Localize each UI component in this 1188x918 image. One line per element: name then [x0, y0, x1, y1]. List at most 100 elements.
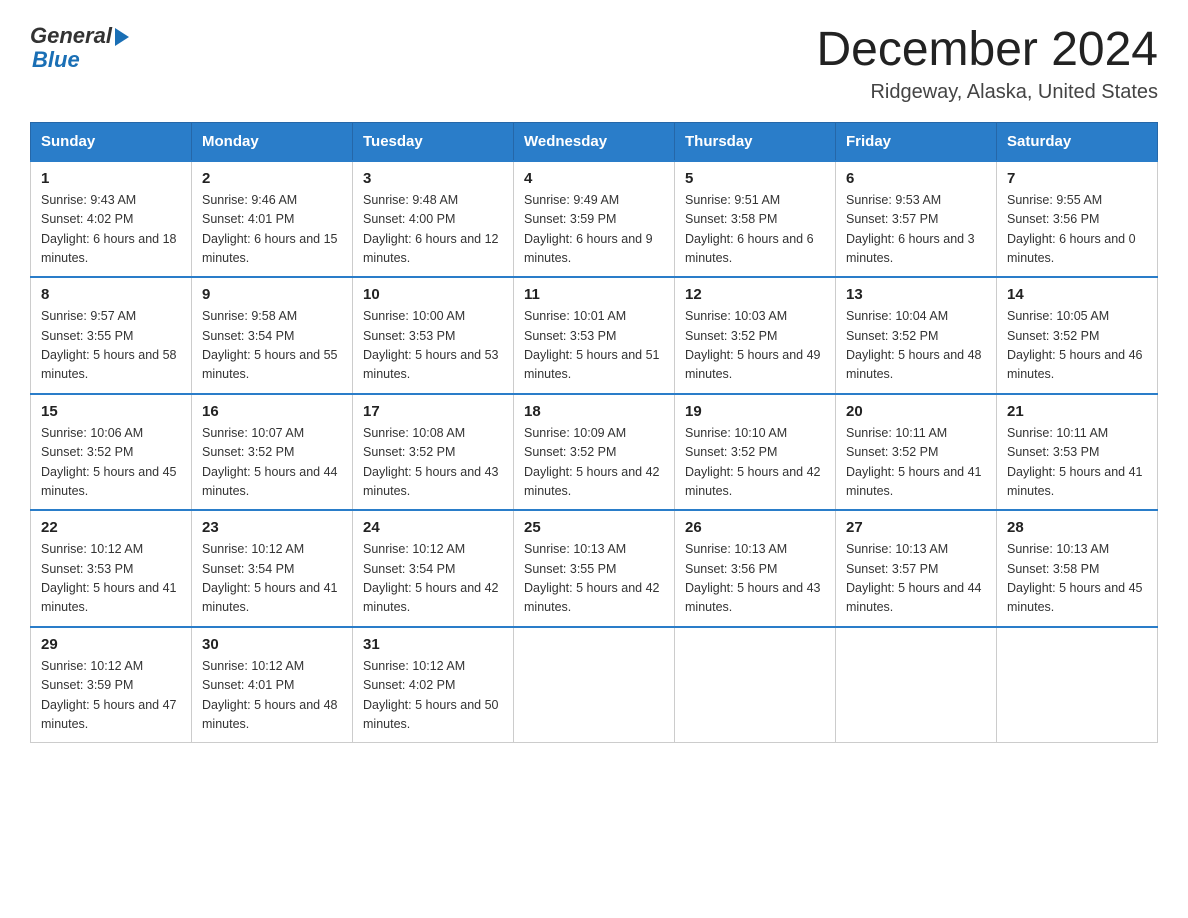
day-info: Sunrise: 10:05 AMSunset: 3:52 PMDaylight… — [1007, 309, 1143, 381]
table-row: 9 Sunrise: 9:58 AMSunset: 3:54 PMDayligh… — [192, 277, 353, 394]
col-sunday: Sunday — [31, 122, 192, 161]
day-info: Sunrise: 9:57 AMSunset: 3:55 PMDaylight:… — [41, 309, 177, 381]
day-number: 18 — [524, 403, 664, 420]
col-friday: Friday — [836, 122, 997, 161]
day-info: Sunrise: 10:11 AMSunset: 3:52 PMDaylight… — [846, 426, 982, 498]
day-info: Sunrise: 10:11 AMSunset: 3:53 PMDaylight… — [1007, 426, 1143, 498]
day-number: 28 — [1007, 519, 1147, 536]
table-row: 5 Sunrise: 9:51 AMSunset: 3:58 PMDayligh… — [675, 161, 836, 278]
day-number: 19 — [685, 403, 825, 420]
day-info: Sunrise: 9:55 AMSunset: 3:56 PMDaylight:… — [1007, 193, 1136, 265]
day-info: Sunrise: 10:01 AMSunset: 3:53 PMDaylight… — [524, 309, 660, 381]
table-row: 10 Sunrise: 10:00 AMSunset: 3:53 PMDayli… — [353, 277, 514, 394]
day-info: Sunrise: 10:09 AMSunset: 3:52 PMDaylight… — [524, 426, 660, 498]
table-row: 23 Sunrise: 10:12 AMSunset: 3:54 PMDayli… — [192, 510, 353, 627]
day-number: 15 — [41, 403, 181, 420]
day-info: Sunrise: 10:13 AMSunset: 3:57 PMDaylight… — [846, 542, 982, 614]
table-row — [675, 627, 836, 743]
table-row: 18 Sunrise: 10:09 AMSunset: 3:52 PMDayli… — [514, 394, 675, 511]
day-info: Sunrise: 10:13 AMSunset: 3:55 PMDaylight… — [524, 542, 660, 614]
page-subtitle: Ridgeway, Alaska, United States — [816, 81, 1158, 104]
table-row: 3 Sunrise: 9:48 AMSunset: 4:00 PMDayligh… — [353, 161, 514, 278]
table-row: 24 Sunrise: 10:12 AMSunset: 3:54 PMDayli… — [353, 510, 514, 627]
calendar-table: Sunday Monday Tuesday Wednesday Thursday… — [30, 122, 1158, 744]
day-number: 14 — [1007, 286, 1147, 303]
table-row: 11 Sunrise: 10:01 AMSunset: 3:53 PMDayli… — [514, 277, 675, 394]
col-tuesday: Tuesday — [353, 122, 514, 161]
day-number: 3 — [363, 170, 503, 187]
day-number: 26 — [685, 519, 825, 536]
day-number: 25 — [524, 519, 664, 536]
table-row: 22 Sunrise: 10:12 AMSunset: 3:53 PMDayli… — [31, 510, 192, 627]
table-row: 29 Sunrise: 10:12 AMSunset: 3:59 PMDayli… — [31, 627, 192, 743]
day-number: 7 — [1007, 170, 1147, 187]
day-number: 17 — [363, 403, 503, 420]
week-row-4: 22 Sunrise: 10:12 AMSunset: 3:53 PMDayli… — [31, 510, 1158, 627]
day-info: Sunrise: 10:12 AMSunset: 3:59 PMDaylight… — [41, 659, 177, 731]
logo: General Blue — [30, 24, 129, 72]
day-info: Sunrise: 10:13 AMSunset: 3:58 PMDaylight… — [1007, 542, 1143, 614]
day-info: Sunrise: 10:12 AMSunset: 4:02 PMDaylight… — [363, 659, 499, 731]
day-number: 4 — [524, 170, 664, 187]
page-title: December 2024 — [816, 24, 1158, 77]
day-number: 20 — [846, 403, 986, 420]
table-row: 17 Sunrise: 10:08 AMSunset: 3:52 PMDayli… — [353, 394, 514, 511]
table-row: 14 Sunrise: 10:05 AMSunset: 3:52 PMDayli… — [997, 277, 1158, 394]
day-info: Sunrise: 10:13 AMSunset: 3:56 PMDaylight… — [685, 542, 821, 614]
table-row: 20 Sunrise: 10:11 AMSunset: 3:52 PMDayli… — [836, 394, 997, 511]
logo-arrow-icon — [115, 28, 129, 46]
day-info: Sunrise: 10:10 AMSunset: 3:52 PMDaylight… — [685, 426, 821, 498]
day-number: 23 — [202, 519, 342, 536]
col-monday: Monday — [192, 122, 353, 161]
table-row: 4 Sunrise: 9:49 AMSunset: 3:59 PMDayligh… — [514, 161, 675, 278]
day-number: 9 — [202, 286, 342, 303]
day-number: 24 — [363, 519, 503, 536]
day-info: Sunrise: 9:53 AMSunset: 3:57 PMDaylight:… — [846, 193, 975, 265]
table-row: 30 Sunrise: 10:12 AMSunset: 4:01 PMDayli… — [192, 627, 353, 743]
table-row: 28 Sunrise: 10:13 AMSunset: 3:58 PMDayli… — [997, 510, 1158, 627]
day-info: Sunrise: 9:48 AMSunset: 4:00 PMDaylight:… — [363, 193, 499, 265]
day-number: 29 — [41, 636, 181, 653]
table-row: 19 Sunrise: 10:10 AMSunset: 3:52 PMDayli… — [675, 394, 836, 511]
table-row: 1 Sunrise: 9:43 AMSunset: 4:02 PMDayligh… — [31, 161, 192, 278]
col-thursday: Thursday — [675, 122, 836, 161]
day-number: 22 — [41, 519, 181, 536]
week-row-5: 29 Sunrise: 10:12 AMSunset: 3:59 PMDayli… — [31, 627, 1158, 743]
day-info: Sunrise: 10:04 AMSunset: 3:52 PMDaylight… — [846, 309, 982, 381]
week-row-2: 8 Sunrise: 9:57 AMSunset: 3:55 PMDayligh… — [31, 277, 1158, 394]
day-info: Sunrise: 10:12 AMSunset: 4:01 PMDaylight… — [202, 659, 338, 731]
table-row: 12 Sunrise: 10:03 AMSunset: 3:52 PMDayli… — [675, 277, 836, 394]
header: General Blue December 2024 Ridgeway, Ala… — [30, 24, 1158, 104]
table-row — [514, 627, 675, 743]
week-row-1: 1 Sunrise: 9:43 AMSunset: 4:02 PMDayligh… — [31, 161, 1158, 278]
day-info: Sunrise: 9:43 AMSunset: 4:02 PMDaylight:… — [41, 193, 177, 265]
day-info: Sunrise: 10:12 AMSunset: 3:53 PMDaylight… — [41, 542, 177, 614]
table-row: 15 Sunrise: 10:06 AMSunset: 3:52 PMDayli… — [31, 394, 192, 511]
table-row: 7 Sunrise: 9:55 AMSunset: 3:56 PMDayligh… — [997, 161, 1158, 278]
day-info: Sunrise: 9:49 AMSunset: 3:59 PMDaylight:… — [524, 193, 653, 265]
day-number: 16 — [202, 403, 342, 420]
table-row: 21 Sunrise: 10:11 AMSunset: 3:53 PMDayli… — [997, 394, 1158, 511]
day-info: Sunrise: 9:51 AMSunset: 3:58 PMDaylight:… — [685, 193, 814, 265]
table-row: 2 Sunrise: 9:46 AMSunset: 4:01 PMDayligh… — [192, 161, 353, 278]
table-row — [997, 627, 1158, 743]
day-info: Sunrise: 10:12 AMSunset: 3:54 PMDaylight… — [202, 542, 338, 614]
logo-text-general: General — [30, 24, 112, 48]
day-number: 5 — [685, 170, 825, 187]
logo-text-blue: Blue — [32, 48, 80, 72]
day-info: Sunrise: 10:08 AMSunset: 3:52 PMDaylight… — [363, 426, 499, 498]
table-row: 8 Sunrise: 9:57 AMSunset: 3:55 PMDayligh… — [31, 277, 192, 394]
day-number: 27 — [846, 519, 986, 536]
day-number: 12 — [685, 286, 825, 303]
day-info: Sunrise: 10:12 AMSunset: 3:54 PMDaylight… — [363, 542, 499, 614]
day-info: Sunrise: 10:06 AMSunset: 3:52 PMDaylight… — [41, 426, 177, 498]
table-row: 6 Sunrise: 9:53 AMSunset: 3:57 PMDayligh… — [836, 161, 997, 278]
header-row: Sunday Monday Tuesday Wednesday Thursday… — [31, 122, 1158, 161]
day-number: 8 — [41, 286, 181, 303]
table-row: 25 Sunrise: 10:13 AMSunset: 3:55 PMDayli… — [514, 510, 675, 627]
day-number: 21 — [1007, 403, 1147, 420]
table-row: 26 Sunrise: 10:13 AMSunset: 3:56 PMDayli… — [675, 510, 836, 627]
day-info: Sunrise: 9:58 AMSunset: 3:54 PMDaylight:… — [202, 309, 338, 381]
day-info: Sunrise: 10:03 AMSunset: 3:52 PMDaylight… — [685, 309, 821, 381]
table-row — [836, 627, 997, 743]
